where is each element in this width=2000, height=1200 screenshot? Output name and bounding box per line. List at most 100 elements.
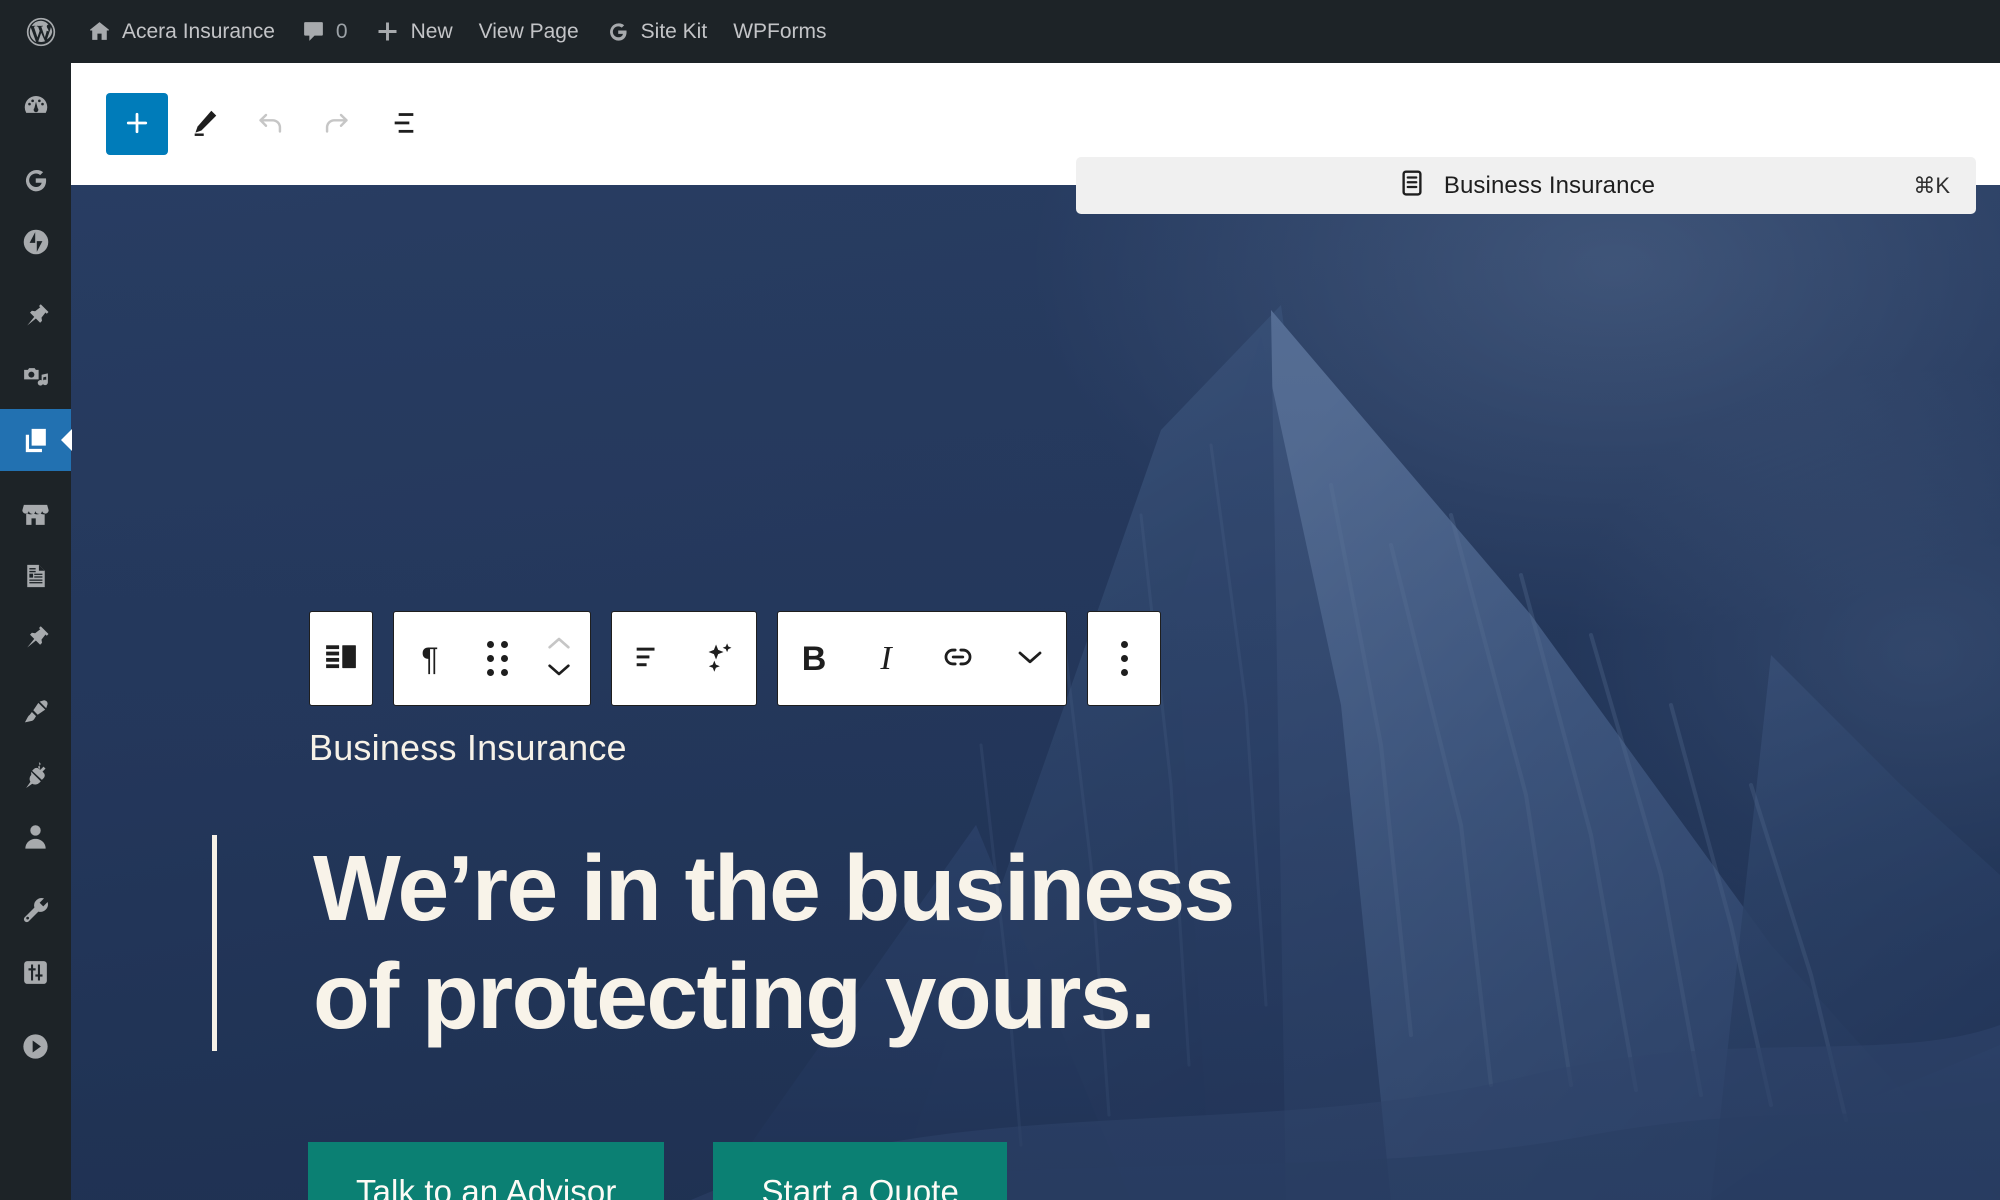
site-name-menu[interactable]: Acera Insurance (74, 0, 288, 63)
sidebar-item-jetpack[interactable] (0, 211, 71, 273)
site-name-label: Acera Insurance (122, 20, 275, 43)
hero-headline[interactable]: We’re in the business of protecting your… (313, 835, 1235, 1051)
more-formatting-button[interactable] (994, 612, 1066, 705)
document-icon (22, 562, 50, 590)
ellipsis-vertical-icon (1120, 641, 1128, 676)
italic-icon: I (880, 639, 892, 677)
jetpack-bolt-icon (20, 226, 52, 258)
document-overview-button[interactable] (372, 94, 432, 154)
list-view-icon (386, 107, 418, 142)
sidebar-item-collapse-menu[interactable] (0, 1015, 71, 1077)
gauge-icon (21, 91, 51, 121)
block-inserter-button[interactable] (106, 93, 168, 155)
comments-menu[interactable]: 0 (288, 0, 361, 63)
home-icon (87, 19, 112, 44)
wordpress-logo-icon (24, 15, 58, 49)
store-icon (20, 499, 51, 530)
pages-stack-icon (20, 425, 51, 456)
accent-bar (212, 835, 217, 1051)
select-parent-cover-block-button[interactable] (310, 612, 372, 705)
italic-button[interactable]: I (850, 612, 922, 705)
site-kit-menu[interactable]: Site Kit (592, 0, 721, 63)
ai-assist-button[interactable] (684, 612, 756, 705)
command-bar-title: Business Insurance (1443, 171, 1656, 199)
sidebar-item-woocommerce[interactable] (0, 483, 71, 545)
play-circle-icon (20, 1031, 51, 1062)
sidebar-item-plugins[interactable] (0, 743, 71, 805)
pin-icon (21, 623, 51, 653)
admin-sidebar (0, 63, 72, 1200)
plug-icon (21, 759, 51, 789)
sidebar-item-media[interactable] (0, 347, 71, 409)
wpforms-menu[interactable]: WPForms (720, 0, 839, 63)
hero-cta-row: Talk to an Advisor Start a Quote (308, 1142, 1008, 1200)
link-button[interactable] (922, 612, 994, 705)
drag-dots-icon (486, 641, 508, 676)
hero-eyebrow-text[interactable]: Business Insurance (309, 727, 627, 769)
wrench-icon (21, 895, 51, 925)
sidebar-item-site-kit[interactable] (0, 149, 71, 211)
sidebar-item-appearance[interactable] (0, 681, 71, 743)
sidebar-item-forms[interactable] (0, 545, 71, 607)
chevron-up-icon[interactable] (544, 634, 574, 658)
start-a-quote-button[interactable]: Start a Quote (713, 1142, 1008, 1200)
comments-count: 0 (335, 20, 348, 43)
view-page-label: View Page (478, 20, 579, 43)
user-icon (21, 822, 50, 851)
command-center-button[interactable]: Business Insurance ⌘K (1076, 157, 1976, 214)
sidebar-item-feedback[interactable] (0, 607, 71, 669)
plus-icon (374, 18, 401, 45)
active-pointer-icon (61, 429, 72, 451)
toolbar-group-block-options (1087, 611, 1161, 706)
google-g-icon (20, 165, 51, 196)
tools-edit-button[interactable] (174, 94, 234, 154)
page-document-icon (1397, 168, 1427, 203)
sidebar-item-dashboard[interactable] (0, 75, 71, 137)
editor-header: Business Insurance ⌘K (71, 63, 2000, 214)
command-bar-shortcut: ⌘K (1913, 172, 1950, 198)
plus-icon (122, 108, 152, 141)
view-page-link[interactable]: View Page (466, 0, 592, 63)
sliders-icon (21, 958, 50, 987)
sidebar-item-tools[interactable] (0, 879, 71, 941)
admin-bar: Acera Insurance 0 New View Page Site Kit… (0, 0, 2000, 63)
chevron-down-icon[interactable] (544, 660, 574, 684)
wpforms-label: WPForms (733, 20, 827, 43)
move-up-down-buttons[interactable] (528, 612, 590, 705)
sparkles-icon (703, 640, 737, 677)
hero-headline-line-2: of protecting yours. (313, 943, 1156, 1048)
google-g-icon (605, 19, 631, 45)
undo-arrow-icon (255, 107, 286, 141)
site-kit-label: Site Kit (640, 20, 708, 43)
media-camera-icon (21, 363, 51, 393)
new-label: New (410, 20, 453, 43)
wordpress-logo-button[interactable] (10, 0, 74, 63)
talk-to-an-advisor-button[interactable]: Talk to an Advisor (308, 1142, 665, 1200)
block-options-menu-button[interactable] (1088, 612, 1160, 705)
align-text-button[interactable] (612, 612, 684, 705)
undo-button[interactable] (240, 94, 300, 154)
toolbar-group-block-type-and-movers: ¶ (393, 611, 591, 706)
editor-header-left-tools (71, 93, 432, 155)
drag-handle-button[interactable] (466, 612, 528, 705)
change-block-type-button[interactable]: ¶ (394, 612, 466, 705)
hero-headline-line-1: We’re in the business (313, 836, 1235, 940)
toolbar-group-parent-block (309, 611, 373, 706)
block-toolbar: ¶ B I (309, 611, 1161, 706)
sidebar-item-posts[interactable] (0, 285, 71, 347)
bold-button[interactable]: B (778, 612, 850, 705)
paragraph-icon: ¶ (421, 640, 439, 677)
link-icon (941, 640, 975, 677)
hero-headline-block: We’re in the business of protecting your… (212, 835, 1235, 1051)
cover-block-icon (322, 638, 360, 679)
sidebar-item-users[interactable] (0, 805, 71, 867)
new-content-menu[interactable]: New (361, 0, 466, 63)
align-left-icon (631, 640, 665, 677)
sidebar-item-settings[interactable] (0, 941, 71, 1003)
bold-icon: B (801, 639, 827, 678)
redo-button[interactable] (306, 94, 366, 154)
pencil-icon (189, 107, 220, 141)
sidebar-item-pages[interactable] (0, 409, 72, 471)
comment-icon (301, 19, 326, 44)
redo-arrow-icon (321, 107, 352, 141)
